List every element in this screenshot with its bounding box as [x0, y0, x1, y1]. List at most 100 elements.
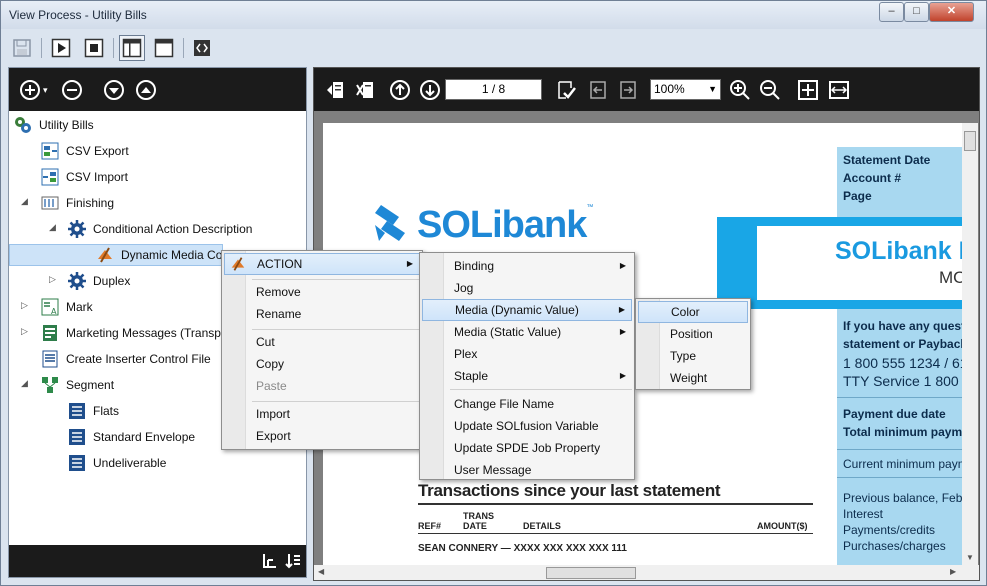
page-number-field[interactable]: 1 / 8 [445, 79, 542, 100]
tree-item-dynamic-media-color[interactable]: Dynamic Media Color [9, 244, 236, 266]
code-view-icon[interactable] [189, 35, 215, 61]
question-text-1: If you have any quest [843, 319, 963, 333]
minimize-button[interactable]: – [879, 2, 904, 22]
divider [837, 449, 963, 450]
menu-item-import[interactable]: Import [224, 403, 420, 425]
menu-item-binding[interactable]: Binding ▶ [422, 255, 632, 277]
expand-icon[interactable]: ▷ [49, 274, 56, 285]
tree-item-create-inserter[interactable]: Create Inserter Control File [40, 348, 211, 370]
expand-icon[interactable]: ▷ [21, 300, 28, 311]
col-trans: TRANS [463, 511, 494, 521]
csv-export-icon [40, 141, 60, 161]
finishing-icon [40, 193, 60, 213]
scroll-thumb[interactable] [546, 567, 636, 579]
save-icon[interactable] [9, 35, 35, 61]
close-document-icon[interactable] [354, 78, 376, 102]
submenu-arrow-icon: ▶ [406, 259, 413, 268]
menu-item-jog[interactable]: Jog [422, 277, 632, 299]
tree-item-finishing[interactable]: Finishing [40, 192, 114, 214]
menu-item-cut[interactable]: Cut [224, 331, 420, 353]
col-ref: REF# [418, 521, 442, 531]
menu-item-media-dynamic[interactable]: Media (Dynamic Value) ▶ [422, 299, 632, 321]
next-page-icon[interactable] [617, 78, 639, 102]
menu-item-user-message[interactable]: User Message [422, 459, 632, 481]
menu-item-media-static[interactable]: Media (Static Value) ▶ [422, 321, 632, 343]
menu-item-label: Binding [454, 259, 495, 273]
maximize-button[interactable]: □ [904, 2, 929, 22]
sort-icon[interactable] [284, 552, 302, 573]
tree-item-standard-envelope[interactable]: Standard Envelope [67, 426, 195, 448]
col-amount: AMOUNT($) [757, 521, 808, 531]
menu-item-update-spde[interactable]: Update SPDE Job Property [422, 437, 632, 459]
csv-import-icon [40, 167, 60, 187]
menu-item-export[interactable]: Export [224, 425, 420, 447]
check-page-icon[interactable] [555, 78, 577, 102]
play-icon[interactable] [48, 35, 74, 61]
page-up-icon[interactable] [388, 78, 412, 102]
tree-label: Duplex [93, 274, 131, 288]
tree-root-utility-bills[interactable]: Utility Bills [13, 114, 94, 136]
tree-item-mark[interactable]: A Mark [40, 296, 93, 318]
prev-document-icon[interactable] [324, 78, 346, 102]
menu-item-label: Media (Static Value) [454, 325, 562, 339]
scroll-left-icon[interactable]: ◀ [318, 567, 324, 576]
tree-item-csv-import[interactable]: CSV Import [40, 166, 128, 188]
menu-item-staple[interactable]: Staple ▶ [422, 365, 632, 387]
tree-item-flats[interactable]: Flats [67, 400, 119, 422]
tree-item-duplex[interactable]: Duplex [67, 270, 130, 292]
move-up-icon[interactable] [135, 79, 157, 101]
horizontal-scrollbar[interactable]: ◀ ▶ [314, 565, 979, 580]
menu-item-plex[interactable]: Plex [422, 343, 632, 365]
tree-label: Conditional Action Description [93, 222, 253, 236]
zoom-select[interactable]: 100% ▼ [650, 79, 721, 100]
scroll-down-icon[interactable]: ▼ [966, 553, 974, 562]
scroll-thumb[interactable] [964, 131, 976, 151]
expand-icon[interactable]: ▷ [21, 326, 28, 337]
account-label: Account # [843, 171, 902, 185]
split-view-icon[interactable] [119, 35, 145, 61]
title-bar: View Process - Utility Bills – □ ✕ [1, 1, 986, 29]
menu-item-position[interactable]: Position [638, 323, 748, 345]
menu-item-label: ACTION [257, 257, 303, 271]
menu-item-weight[interactable]: Weight [638, 367, 748, 389]
toolbar-separator [41, 38, 42, 58]
tree-item-segment[interactable]: Segment [40, 374, 114, 396]
single-view-icon[interactable] [151, 35, 177, 61]
menu-item-change-file-name[interactable]: Change File Name [422, 393, 632, 415]
fit-page-icon[interactable] [796, 78, 820, 102]
tree-item-conditional-action[interactable]: Conditional Action Description [67, 218, 252, 240]
divider [418, 533, 813, 534]
collapse-icon[interactable]: ◢ [21, 196, 28, 207]
collapse-icon[interactable]: ◢ [49, 222, 56, 233]
menu-item-action[interactable]: ACTION ▶ [224, 253, 420, 275]
add-icon[interactable]: ▾ [19, 79, 48, 101]
move-down-icon[interactable] [103, 79, 125, 101]
inserter-icon [40, 349, 60, 369]
remove-icon[interactable] [61, 79, 83, 101]
fit-width-icon[interactable] [827, 78, 851, 102]
menu-item-remove[interactable]: Remove [224, 281, 420, 303]
menu-item-rename[interactable]: Rename [224, 303, 420, 325]
tree-item-undeliverable[interactable]: Undeliverable [67, 452, 166, 474]
stop-icon[interactable] [81, 35, 107, 61]
menu-item-copy[interactable]: Copy [224, 353, 420, 375]
tree-item-csv-export[interactable]: CSV Export [40, 140, 129, 162]
menu-item-paste[interactable]: Paste [224, 375, 420, 397]
scroll-right-icon[interactable]: ▶ [950, 567, 956, 576]
menu-item-type[interactable]: Type [638, 345, 748, 367]
collapse-icon[interactable]: ◢ [21, 378, 28, 389]
page-down-icon[interactable] [418, 78, 442, 102]
logo-trademark: ™ [586, 203, 594, 211]
menu-item-color[interactable]: Color [638, 301, 748, 323]
menu-item-update-solfusion[interactable]: Update SOLfusion Variable [422, 415, 632, 437]
tree-layout-icon[interactable] [261, 552, 279, 573]
marketing-icon [40, 323, 60, 343]
svg-text:A: A [51, 307, 57, 316]
prev-page-icon[interactable] [587, 78, 609, 102]
zoom-in-icon[interactable] [728, 78, 752, 102]
action-icon [229, 255, 247, 279]
zoom-out-icon[interactable] [758, 78, 782, 102]
close-button[interactable]: ✕ [929, 2, 974, 22]
window-title: View Process - Utility Bills [9, 8, 147, 22]
vertical-scrollbar[interactable]: ▼ [962, 123, 978, 568]
